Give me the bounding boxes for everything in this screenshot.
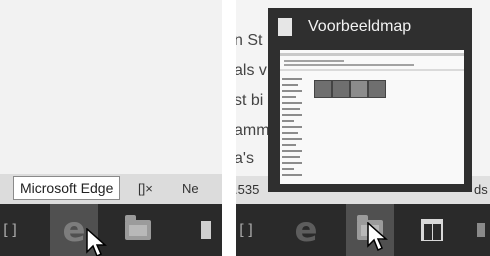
mouse-pointer-icon — [86, 228, 107, 256]
app-icon — [477, 223, 485, 237]
store-taskbar-button[interactable] — [408, 204, 456, 256]
preview-nav-item — [282, 96, 296, 98]
file-explorer-taskbar-button[interactable] — [114, 204, 162, 256]
background-text: a's — [236, 150, 254, 167]
edge-icon: e — [294, 210, 318, 250]
background-text: st bi — [236, 92, 264, 109]
preview-nav-item — [282, 132, 298, 134]
edge-taskbar-button[interactable]: e — [282, 204, 330, 256]
mouse-pointer-icon — [367, 222, 388, 252]
taskbar: [] e — [236, 204, 490, 256]
task-view-icon[interactable]: [] — [236, 204, 256, 256]
preview-nav-item — [282, 168, 294, 170]
preview-nav-item — [282, 108, 300, 110]
status-text-fragment: ds — [474, 182, 488, 197]
preview-nav-item — [282, 138, 302, 140]
next-taskbar-button[interactable] — [190, 204, 222, 256]
background-text: n St — [236, 32, 263, 49]
preview-nav-item — [282, 84, 298, 86]
reading-view-icon[interactable]: []× — [138, 181, 153, 196]
preview-line — [284, 64, 414, 66]
preview-nav-item — [282, 144, 296, 146]
preview-file-thumb — [350, 80, 368, 98]
right-screenshot: n St als v st bi amm a's .535 ds Voorbee… — [236, 0, 490, 256]
taskbar-thumbnail-preview[interactable]: Voorbeeldmap — [268, 8, 472, 192]
preview-line — [284, 60, 344, 62]
status-number: .535 — [236, 182, 260, 197]
preview-nav-item — [282, 174, 302, 176]
edge-icon: e — [62, 210, 86, 250]
file-explorer-icon — [125, 215, 151, 240]
preview-nav-item — [282, 150, 302, 152]
preview-nav-item — [282, 114, 302, 116]
preview-nav-item — [282, 156, 300, 158]
preview-navigation-pane — [282, 74, 306, 182]
preview-file-thumb — [368, 80, 386, 98]
separator — [222, 0, 236, 256]
preview-address-bar — [280, 69, 464, 71]
preview-file-thumb — [332, 80, 350, 98]
preview-ribbon — [280, 53, 464, 56]
preview-nav-item — [282, 90, 302, 92]
preview-file-thumb — [314, 80, 332, 98]
preview-nav-item — [282, 78, 302, 80]
preview-nav-item — [282, 102, 302, 104]
folder-window-icon — [278, 18, 292, 36]
preview-nav-item — [282, 162, 302, 164]
background-text: als v — [236, 62, 267, 79]
store-icon — [421, 219, 443, 241]
next-taskbar-button[interactable] — [472, 204, 490, 256]
thumbnail-title: Voorbeeldmap — [308, 18, 412, 35]
preview-nav-item — [282, 126, 302, 128]
edge-tooltip: Microsoft Edge — [13, 176, 121, 200]
window-preview-image — [280, 50, 464, 184]
task-view-icon[interactable]: [] — [0, 204, 20, 256]
preview-nav-item — [282, 120, 294, 122]
background-text: amm — [236, 122, 270, 139]
status-text-fragment: Ne — [182, 181, 199, 196]
app-icon — [201, 221, 211, 239]
left-screenshot: []× Ne Microsoft Edge [] e — [0, 0, 222, 256]
taskbar: [] e — [0, 204, 222, 256]
